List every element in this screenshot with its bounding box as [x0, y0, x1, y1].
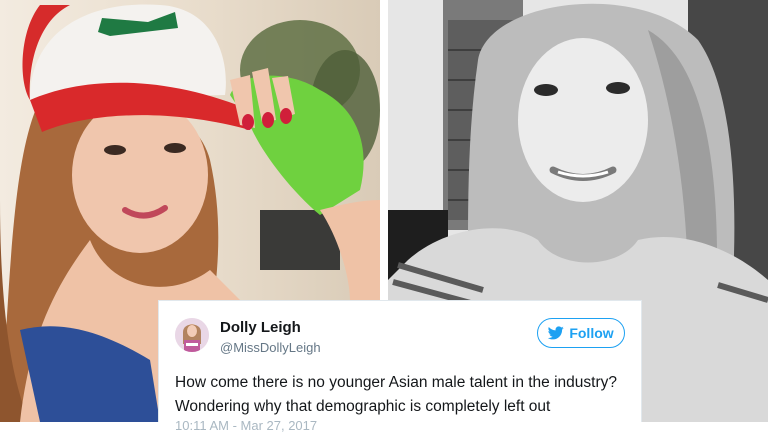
- avatar-image: [175, 318, 209, 352]
- follow-button[interactable]: Follow: [537, 318, 625, 348]
- tweet-text-line-2: Wondering why that demographic is comple…: [175, 398, 551, 415]
- tweet-timestamp[interactable]: 10:11 AM - Mar 27, 2017: [175, 418, 317, 433]
- twitter-bird-icon: [548, 326, 565, 340]
- tweet-card: Dolly Leigh @MissDollyLeigh Follow How c…: [158, 300, 642, 433]
- avatar[interactable]: [175, 318, 209, 352]
- tweet-text: How come there is no younger Asian male …: [175, 371, 635, 419]
- user-handle[interactable]: @MissDollyLeigh: [220, 340, 321, 355]
- tweet-text-line-1: How come there is no younger Asian male …: [175, 374, 617, 391]
- follow-label: Follow: [569, 325, 614, 341]
- display-name[interactable]: Dolly Leigh: [220, 319, 301, 336]
